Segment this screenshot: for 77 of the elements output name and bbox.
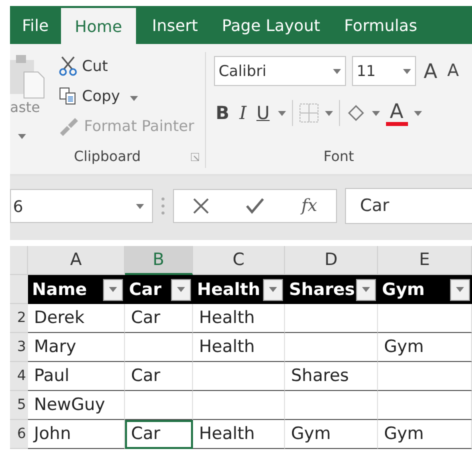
table-cell: Gym (285, 420, 378, 449)
filter-button[interactable] (263, 278, 283, 300)
caret-icon (269, 287, 277, 292)
table-cell: Paul (28, 362, 125, 391)
table-cell: Gym (378, 333, 472, 362)
cut-button[interactable]: Cut (56, 52, 196, 80)
copy-button[interactable]: Copy (56, 82, 196, 110)
table-cell: Mary (28, 333, 125, 362)
name-box[interactable]: 6 (10, 189, 153, 223)
close-icon[interactable] (192, 198, 209, 214)
row-header[interactable]: 2 (10, 304, 28, 333)
caret-icon (278, 110, 286, 116)
row-header[interactable]: 4 (10, 362, 28, 391)
table-header-cell: Gym (378, 275, 472, 304)
dialog-launcher-icon[interactable] (190, 153, 199, 161)
filter-button[interactable] (171, 278, 191, 300)
bold-button[interactable]: B (214, 102, 232, 124)
ribbon-tab[interactable]: Insert (140, 6, 210, 44)
font-size-combo[interactable]: 11 (352, 56, 416, 86)
column-header[interactable]: C (193, 246, 285, 275)
group-label: Font (324, 149, 354, 165)
table-header-cell: Health (193, 275, 285, 304)
ribbon-tab[interactable]: Home (60, 8, 136, 44)
caret-icon (362, 287, 370, 292)
caret-icon (18, 134, 26, 139)
italic-button[interactable]: I (237, 102, 248, 124)
checkmark-icon[interactable] (246, 198, 264, 214)
paint-bucket-icon[interactable] (346, 103, 366, 123)
caret-icon (332, 68, 341, 74)
table-cell: NewGuy (28, 391, 125, 420)
table-cell: Derek (28, 304, 125, 333)
group-label: Clipboard (74, 149, 141, 165)
column-header[interactable]: B (125, 246, 193, 275)
caret-icon (372, 110, 380, 116)
ribbon-tab[interactable]: File (10, 6, 61, 44)
table-cell: Health (193, 304, 285, 333)
font-color-button[interactable]: A (386, 100, 408, 126)
ribbon-tab[interactable]: Formulas (332, 6, 430, 44)
dropdown-caret-icon (130, 96, 138, 101)
row-header[interactable]: 3 (10, 333, 28, 362)
shrink-font-button[interactable]: A (445, 61, 461, 81)
column-header[interactable]: E (378, 246, 472, 275)
table-cell: Health (193, 333, 285, 362)
table-cell: Health (193, 420, 285, 449)
table-cell: John (28, 420, 125, 449)
table-cell: Shares (285, 362, 378, 391)
caret-icon (177, 287, 185, 292)
copy-icon (58, 86, 78, 106)
filter-button[interactable] (356, 278, 376, 300)
table-header-cell: Car (125, 275, 193, 304)
row-header[interactable]: 6 (10, 420, 28, 449)
caret-icon (136, 204, 144, 208)
caret-icon (324, 110, 333, 116)
caret-icon (109, 287, 117, 292)
filter-button[interactable] (103, 278, 123, 300)
table-header-cell: Shares (285, 275, 378, 304)
table-header-cell: Name (28, 275, 125, 304)
scissors-icon (58, 56, 78, 76)
grow-font-button[interactable]: A (422, 59, 440, 83)
table-cell: Gym (378, 420, 472, 449)
font-family-combo[interactable]: Calibri (214, 56, 346, 86)
paintbrush-icon (58, 116, 80, 136)
formula-input[interactable]: Car (345, 188, 472, 224)
caret-icon (414, 110, 422, 116)
ribbon-tab[interactable]: Page Layout (210, 6, 332, 44)
underline-button[interactable]: U (254, 102, 272, 124)
column-header[interactable]: D (285, 246, 378, 275)
table-cell: Car (125, 362, 193, 391)
row-header[interactable]: 5 (10, 391, 28, 420)
table-cell: Car (125, 304, 193, 333)
caret-icon (456, 287, 464, 292)
caret-icon (402, 68, 411, 74)
filter-button[interactable] (450, 278, 470, 300)
insert-function-button[interactable]: fx (301, 196, 318, 216)
grip-icon (161, 197, 165, 215)
table-cell: Car (125, 420, 193, 449)
column-header[interactable]: A (28, 246, 125, 275)
